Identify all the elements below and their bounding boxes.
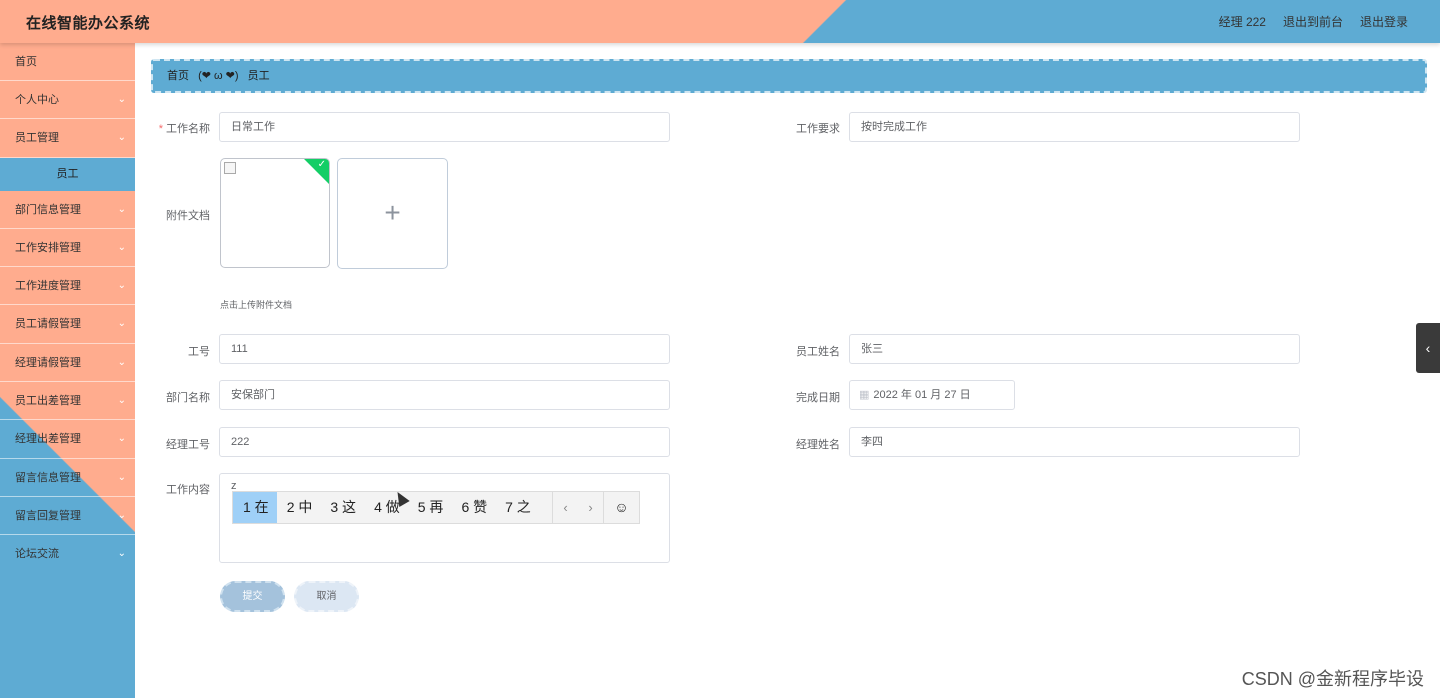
sidebar-item-manager-leave[interactable]: 经理请假管理 ⌄: [0, 344, 135, 383]
mgr-no-input[interactable]: 222: [219, 427, 670, 457]
sidebar-item-employee-trip[interactable]: 员工出差管理 ⌄: [0, 382, 135, 421]
submit-button[interactable]: 提交: [220, 581, 285, 612]
breadcrumb-home[interactable]: 首页: [167, 70, 189, 82]
chevron-right-icon[interactable]: ›: [578, 492, 603, 523]
breadcrumb-current: 员工: [247, 70, 270, 82]
sidebar-item-work-progress[interactable]: 工作进度管理 ⌄: [0, 267, 135, 306]
finish-date-value: 2022 年 01 月 27 日: [873, 389, 971, 401]
content-label: 工作内容: [166, 484, 210, 496]
mgr-no-label: 经理工号: [166, 439, 210, 451]
mgr-name-input[interactable]: 李四: [849, 427, 1300, 457]
breadcrumb-separator: (❤ ω ❤): [198, 70, 239, 82]
emp-no-label: 工号: [188, 346, 210, 358]
ime-candidate[interactable]: 2 中: [277, 492, 321, 523]
sidebar-item-label: 首页: [15, 56, 37, 68]
sidebar-item-messages[interactable]: 留言信息管理 ⌄: [0, 459, 135, 497]
watermark: CSDN @金新程序毕设: [1241, 669, 1424, 689]
ime-candidate[interactable]: 3 这: [320, 492, 364, 523]
ime-candidate-bar: 1 在 2 中 3 这 4 做 5 再 6 赞 7 之 ‹ › ☺: [232, 491, 640, 524]
sidebar-item-dept[interactable]: 部门信息管理 ⌄: [0, 191, 135, 229]
chevron-down-icon: ⌄: [117, 94, 126, 105]
ime-nav-group: ‹ › ☺: [552, 492, 639, 523]
chevron-down-icon: ⌄: [117, 509, 126, 521]
sidebar-item-label: 留言信息管理: [15, 471, 81, 484]
sidebar-item-forum[interactable]: 论坛交流 ⌄: [0, 535, 135, 573]
finish-date-picker[interactable]: ▦ 2022 年 01 月 27 日: [849, 380, 1015, 410]
attachment-label: 附件文档: [166, 210, 210, 222]
chevron-down-icon: ⌄: [117, 280, 126, 292]
work-requirement-label: 工作要求: [796, 123, 840, 135]
emoji-icon[interactable]: ☺: [603, 492, 639, 523]
ime-candidate[interactable]: 1 在: [233, 492, 277, 523]
sidebar-item-employee-mgmt[interactable]: 员工管理 ⌄: [0, 119, 135, 158]
work-name-input[interactable]: 日常工作: [219, 112, 670, 142]
chevron-down-icon: ⌄: [117, 203, 126, 215]
breadcrumb: 首页 (❤ ω ❤) 员工: [151, 59, 1427, 93]
broken-image-icon: [224, 162, 236, 174]
chevron-down-icon: ⌄: [117, 241, 126, 253]
chevron-left-icon[interactable]: ‹: [1416, 323, 1440, 373]
check-icon: ✓: [317, 159, 326, 170]
upload-tip: 点击上传附件文档: [220, 300, 293, 310]
finish-date-label: 完成日期: [796, 392, 840, 404]
header-actions: 经理 222 退出到前台 退出登录: [1219, 13, 1408, 30]
ime-candidate[interactable]: 7 之: [495, 492, 539, 523]
sidebar-item-employee-leave[interactable]: 员工请假管理 ⌄: [0, 305, 135, 344]
emp-name-label: 员工姓名: [796, 346, 840, 358]
work-requirement-input[interactable]: 按时完成工作: [849, 112, 1300, 142]
sidebar: 首页 个人中心 ⌄ 员工管理 ⌄ 员工 部门信息管理 ⌄ 工作安排管理 ⌄ 工作进度管理…: [0, 43, 135, 698]
cancel-button[interactable]: 取消: [294, 581, 359, 612]
dept-label: 部门名称: [166, 392, 210, 404]
chevron-down-icon: ⌄: [117, 318, 126, 330]
sidebar-item-label: 员工出差管理: [15, 395, 81, 408]
chevron-down-icon: ⌄: [117, 395, 126, 407]
work-name-label: * 工作名称: [158, 123, 210, 135]
sidebar-item-label: 个人中心: [15, 94, 59, 106]
chevron-down-icon: ⌄: [117, 471, 126, 483]
plus-icon: +: [384, 197, 401, 228]
exit-front-link[interactable]: 退出到前台: [1283, 13, 1343, 30]
sidebar-item-label: 论坛交流: [15, 548, 59, 561]
sidebar-item-profile[interactable]: 个人中心 ⌄: [0, 81, 135, 120]
app-title: 在线智能办公系统: [26, 15, 151, 32]
sidebar-item-label: 员工请假管理: [15, 318, 81, 331]
sidebar-item-replies[interactable]: 留言回复管理 ⌄: [0, 497, 135, 536]
dept-input[interactable]: 安保部门: [219, 380, 670, 410]
sidebar-item-label: 经理请假管理: [15, 356, 81, 369]
sidebar-item-work-arrangement[interactable]: 工作安排管理 ⌄: [0, 229, 135, 268]
chevron-left-icon[interactable]: ‹: [553, 492, 578, 523]
emp-name-input[interactable]: 张三: [849, 334, 1300, 364]
emp-no-input[interactable]: 111: [219, 334, 670, 364]
mgr-name-label: 经理姓名: [796, 439, 840, 451]
sidebar-item-label: 员工管理: [15, 132, 59, 145]
sidebar-item-label: 经理出差管理: [15, 433, 81, 446]
chevron-down-icon: ⌄: [117, 356, 126, 368]
sidebar-item-manager-trip[interactable]: 经理出差管理 ⌄: [0, 420, 135, 459]
logout-link[interactable]: 退出登录: [1360, 13, 1408, 30]
sidebar-item-home[interactable]: 首页: [0, 43, 135, 81]
ime-candidate[interactable]: 5 再: [408, 492, 452, 523]
upload-add-button[interactable]: +: [337, 158, 448, 269]
chevron-down-icon: ⌄: [117, 433, 126, 445]
ime-candidate[interactable]: 6 赞: [451, 492, 495, 523]
calendar-icon: ▦: [859, 389, 870, 401]
sidebar-item-label: 部门信息管理: [15, 203, 81, 216]
sidebar-subitem-employee[interactable]: 员工: [0, 157, 135, 191]
main-content: 首页 (❤ ω ❤) 员工 * 工作名称 日常工作 工作要求 按时完成工作 附件文…: [135, 43, 1440, 698]
chevron-down-icon: ⌄: [117, 548, 126, 560]
chevron-down-icon: ⌄: [117, 132, 126, 144]
top-header: 在线智能办公系统 经理 222 退出到前台 退出登录: [0, 0, 1440, 43]
sidebar-item-label: 工作进度管理: [15, 280, 81, 293]
sidebar-item-label: 留言回复管理: [15, 509, 81, 522]
sidebar-item-label: 工作安排管理: [15, 241, 81, 254]
user-label: 经理 222: [1218, 15, 1266, 29]
uploaded-file-thumbnail[interactable]: ✓: [220, 158, 330, 268]
